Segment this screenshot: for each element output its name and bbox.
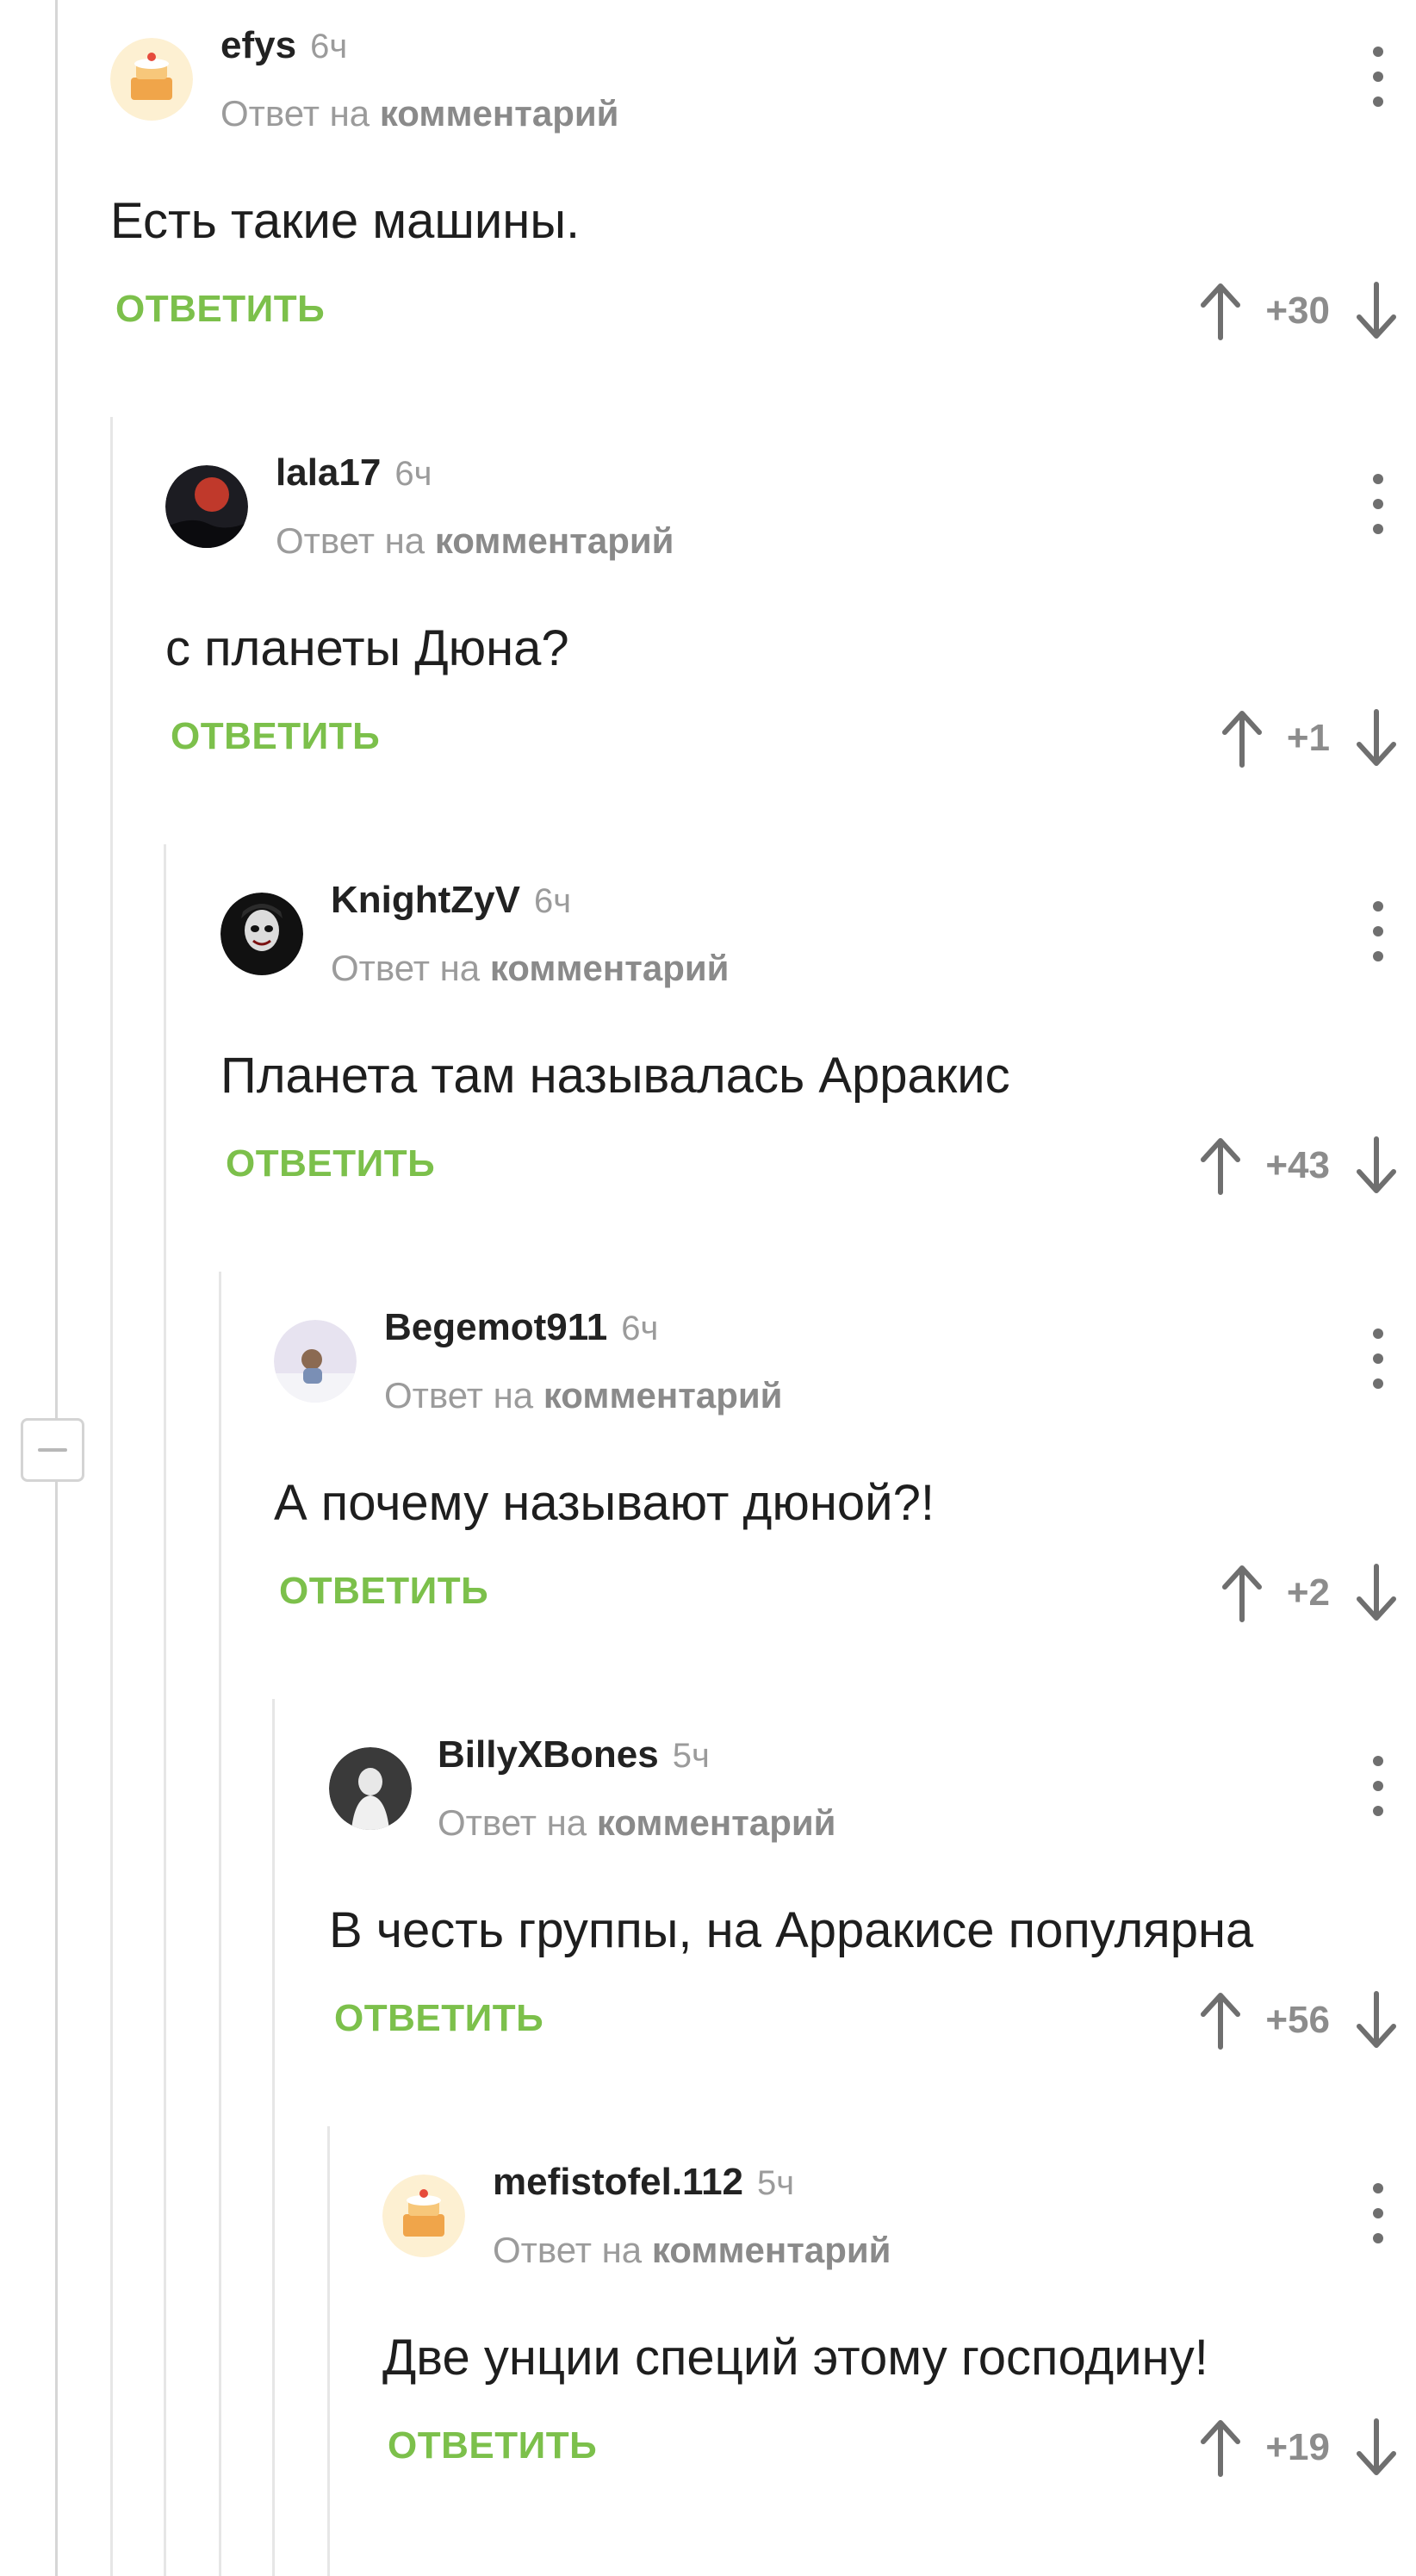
arrow-up-icon[interactable] [1198,281,1243,341]
arrow-down-icon[interactable] [1354,1136,1399,1196]
comment-score: +1 [1286,717,1330,759]
reply-button[interactable]: ОТВЕТИТЬ [334,1997,543,2040]
comment-username[interactable]: Begemot911 6ч [384,1306,658,1349]
more-vertical-icon[interactable] [1363,2183,1394,2243]
comment: BillyXBones 5ч Ответ на комментарий В чес… [0,1709,1416,2140]
reply-to-line: Ответ на комментарий [220,93,619,134]
comment-time: 6ч [533,882,572,920]
reply-button[interactable]: ОТВЕТИТЬ [388,2424,597,2467]
vote-controls: +19 [1198,2417,1399,2478]
reply-to-line: Ответ на комментарий [438,1802,836,1843]
comment-text: А почему называют дюной?! [274,1475,935,1531]
comment-score: +2 [1286,1571,1330,1614]
more-vertical-icon[interactable] [1363,1756,1394,1816]
comment-text: Есть такие машины. [110,193,581,249]
reply-button[interactable]: ОТВЕТИТЬ [279,1570,488,1613]
reply-to-link[interactable]: комментарий [652,2230,891,2270]
winter-scene-avatar[interactable] [274,1320,357,1403]
vote-controls: +30 [1198,281,1399,341]
comment-score: +56 [1265,1999,1330,2041]
pikabu-cake-avatar[interactable] [382,2175,465,2257]
comment: lala17 6ч Ответ на комментарий с планеты … [0,427,1416,858]
comment-username[interactable]: lala17 6ч [276,451,432,495]
comment-time: 6ч [310,28,348,65]
arrow-down-icon[interactable] [1354,281,1399,341]
comment-text: Планета там называлась Арракис [220,1048,1010,1104]
vote-controls: +43 [1198,1136,1399,1196]
bw-figure-avatar[interactable] [329,1747,412,1830]
comment-time: 6ч [621,1310,659,1347]
vote-controls: +56 [1198,1990,1399,2050]
pikabu-cake-avatar[interactable] [110,38,193,121]
vote-controls: +2 [1220,1563,1399,1623]
comment-score: +43 [1265,1144,1330,1186]
comment-username[interactable]: BillyXBones 5ч [438,1733,710,1776]
more-vertical-icon[interactable] [1363,474,1394,534]
comment: mefistofel.112 5ч Ответ на комментарий Дв… [0,2137,1416,2567]
arrow-up-icon[interactable] [1220,1563,1264,1623]
arrow-down-icon[interactable] [1354,2417,1399,2478]
red-moon-avatar[interactable] [165,465,248,548]
comment: efys 6ч Ответ на комментарий Есть такие м… [0,0,1416,431]
arrow-up-icon[interactable] [1198,2417,1243,2478]
comment-text: Две унции специй этому господину! [382,2330,1208,2386]
comment-username[interactable]: efys 6ч [220,24,347,67]
arrow-up-icon[interactable] [1198,1990,1243,2050]
comment-time: 6ч [394,455,432,493]
reply-to-link[interactable]: комментарий [380,93,619,134]
comment: KnightZyV 6ч Ответ на комментарий Планета… [0,855,1416,1285]
reply-button[interactable]: ОТВЕТИТЬ [171,715,380,758]
vote-controls: +1 [1220,708,1399,768]
comment-time: 5ч [757,2164,795,2202]
comment-score: +30 [1265,289,1330,332]
arrow-down-icon[interactable] [1354,708,1399,768]
joker-avatar[interactable] [220,893,303,975]
reply-to-link[interactable]: комментарий [597,1802,836,1843]
comment: Begemot911 6ч Ответ на комментарий А поче… [0,1282,1416,1713]
comment-score: +19 [1265,2426,1330,2468]
reply-button[interactable]: ОТВЕТИТЬ [115,288,325,331]
arrow-up-icon[interactable] [1198,1136,1243,1196]
comment-username[interactable]: mefistofel.112 5ч [493,2161,794,2204]
more-vertical-icon[interactable] [1363,901,1394,961]
arrow-up-icon[interactable] [1220,708,1264,768]
comment-username[interactable]: KnightZyV 6ч [331,879,571,922]
more-vertical-icon[interactable] [1363,47,1394,107]
reply-to-line: Ответ на комментарий [331,948,730,988]
reply-to-line: Ответ на комментарий [493,2230,891,2270]
reply-to-line: Ответ на комментарий [276,520,674,561]
arrow-down-icon[interactable] [1354,1563,1399,1623]
comment-text: с планеты Дюна? [165,620,569,676]
reply-to-link[interactable]: комментарий [435,520,674,561]
arrow-down-icon[interactable] [1354,1990,1399,2050]
more-vertical-icon[interactable] [1363,1328,1394,1389]
comment-text: В честь группы, на Арракисе популярна [329,1902,1254,1958]
reply-to-line: Ответ на комментарий [384,1375,783,1416]
reply-to-link[interactable]: комментарий [490,948,730,988]
reply-to-link[interactable]: комментарий [543,1375,783,1416]
comment-time: 5ч [672,1737,710,1775]
reply-button[interactable]: ОТВЕТИТЬ [226,1142,435,1185]
